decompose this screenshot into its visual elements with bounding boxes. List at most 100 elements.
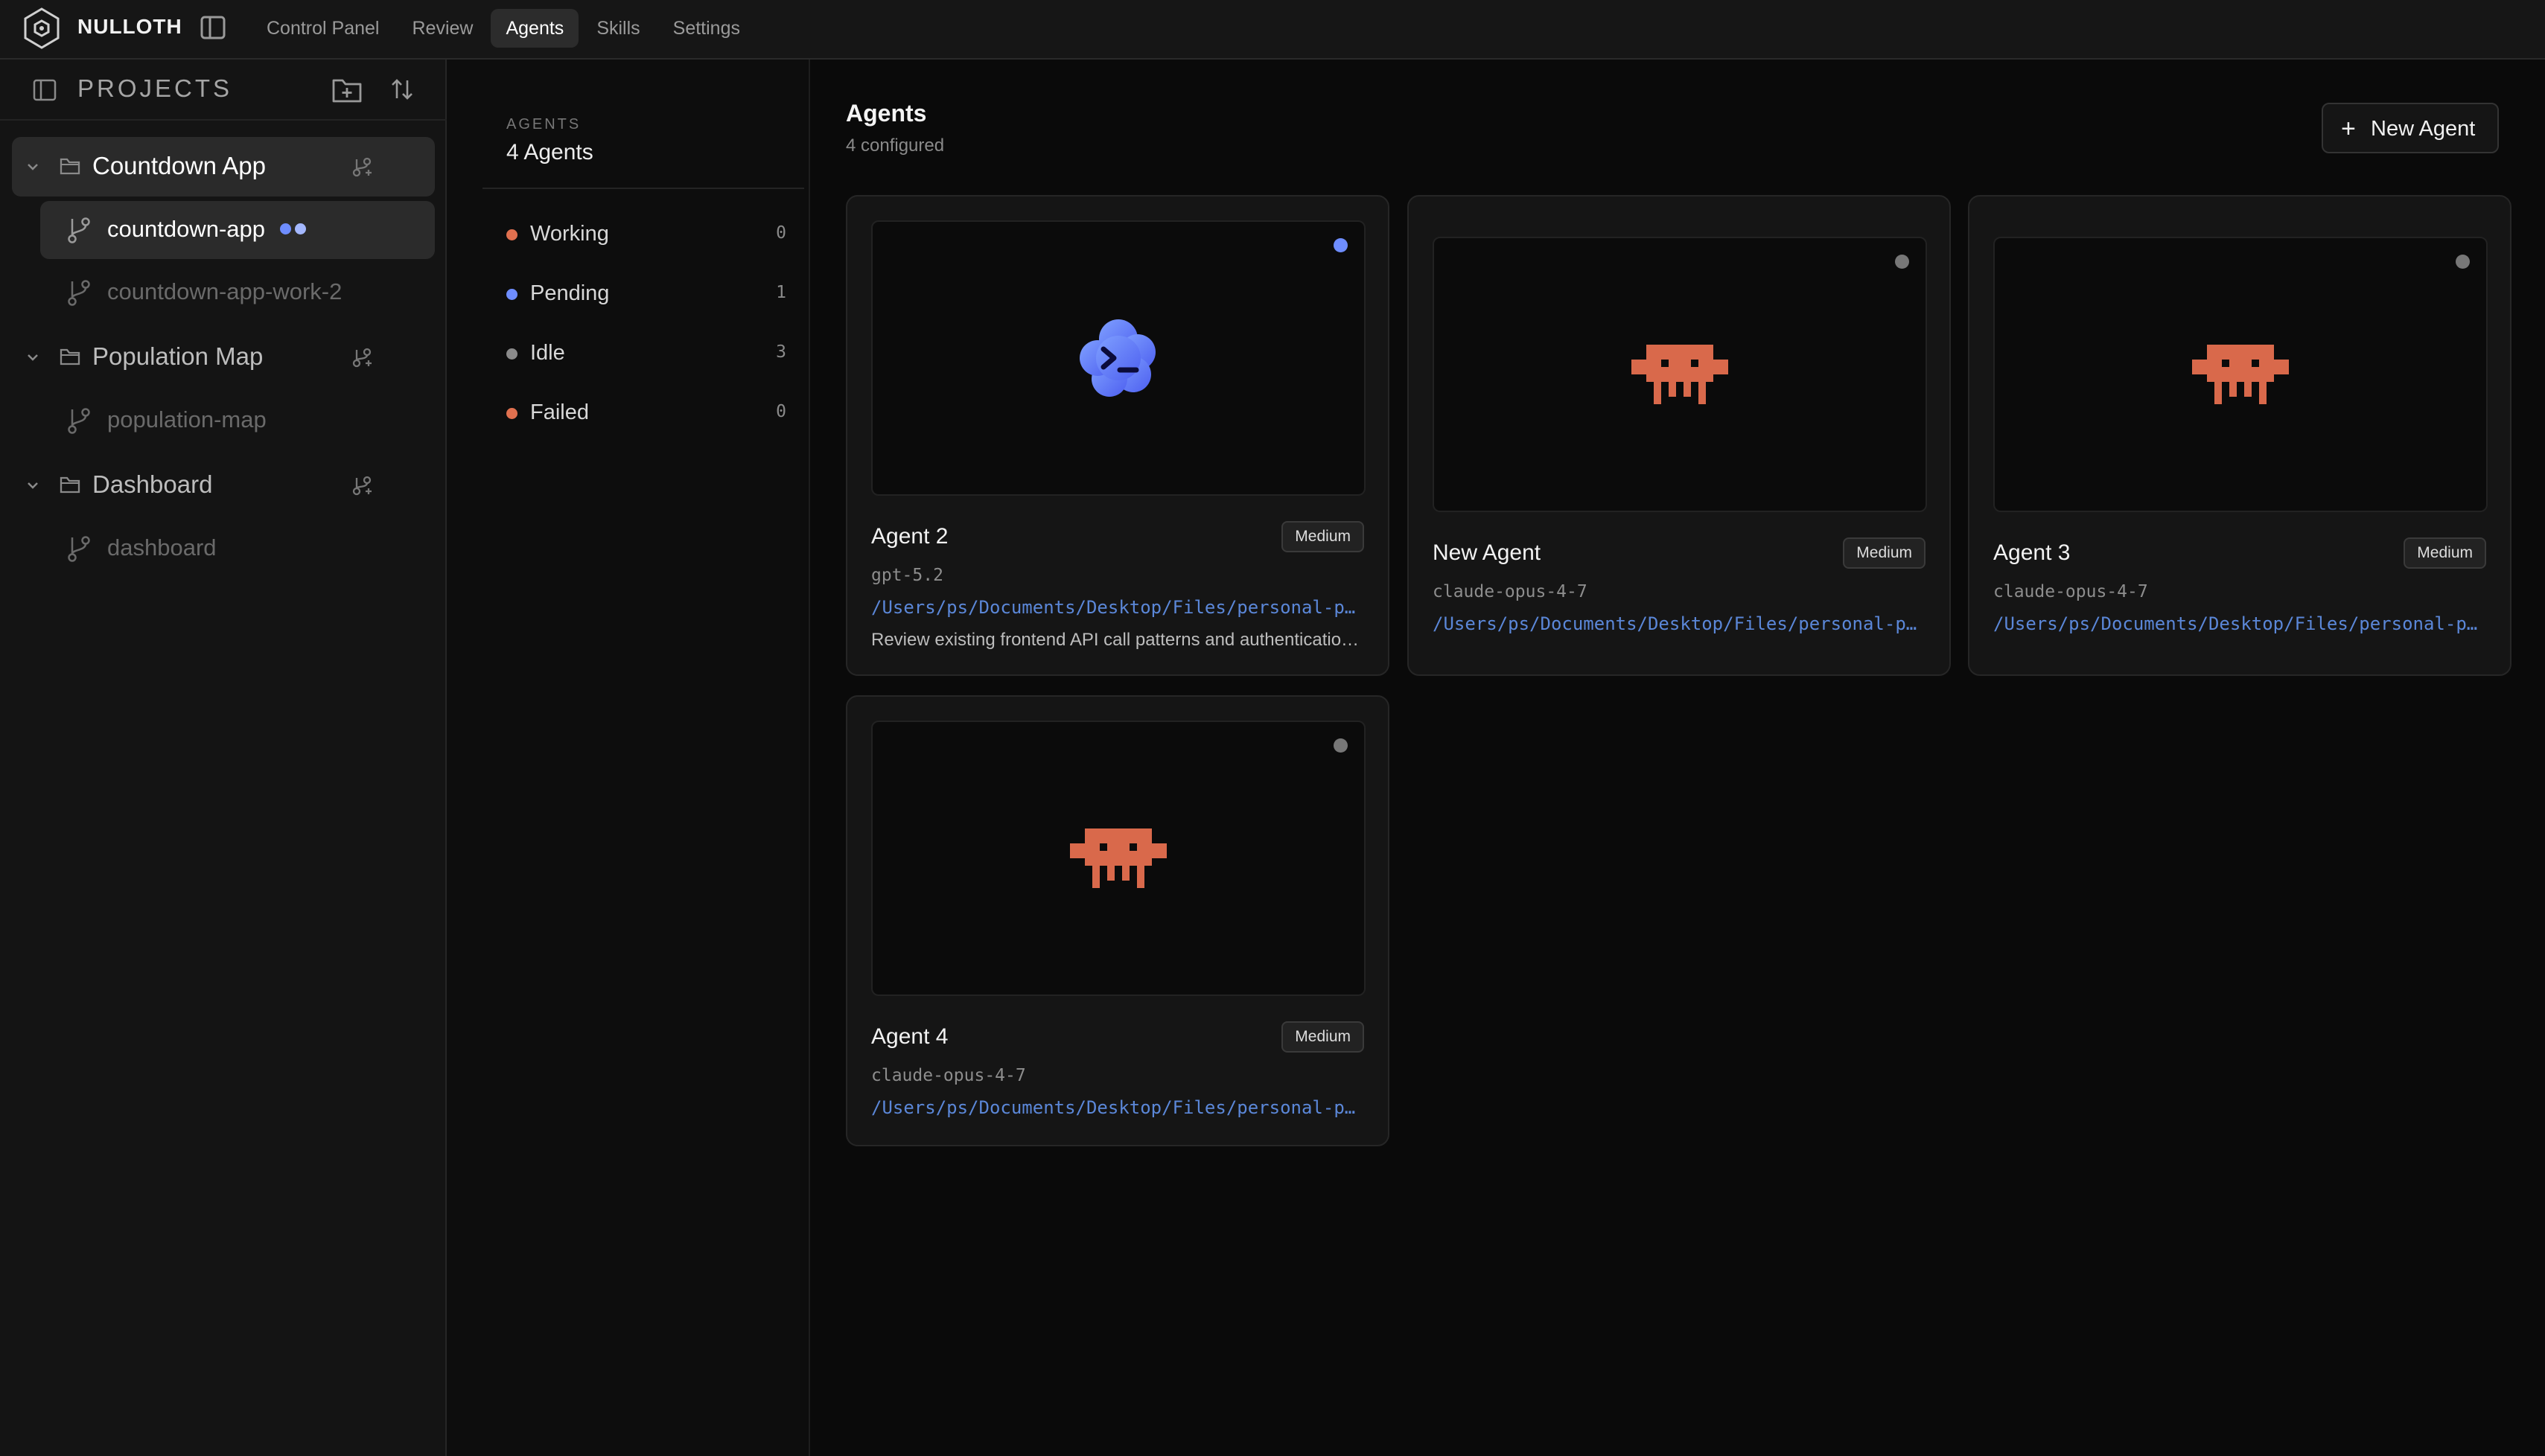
agent-path-link[interactable]: /Users/ps/Documents/Desktop/Files/person… xyxy=(871,597,1366,618)
nav-review[interactable]: Review xyxy=(397,9,488,48)
status-dot xyxy=(506,289,517,300)
status-dot xyxy=(1334,738,1348,753)
agent-card-agent-3[interactable]: Agent 3 Medium claude-opus-4-7 /Users/ps… xyxy=(1968,195,2511,676)
effort-badge: Medium xyxy=(1281,521,1364,552)
branch-name: dashboard xyxy=(107,534,217,561)
nav-control-panel[interactable]: Control Panel xyxy=(252,9,394,48)
agent-card-new-agent[interactable]: New Agent Medium claude-opus-4-7 /Users/… xyxy=(1407,195,1951,676)
status-count: 3 xyxy=(776,342,786,362)
agent-preview xyxy=(871,721,1366,996)
nulloth-logo-icon[interactable] xyxy=(19,6,64,51)
status-dot xyxy=(1895,255,1909,269)
agent-model: claude-opus-4-7 xyxy=(1993,582,2148,601)
nav-agents[interactable]: Agents xyxy=(491,9,579,48)
status-filter-working[interactable]: Working 0 xyxy=(506,216,786,253)
branch-dashboard[interactable]: dashboard xyxy=(40,520,435,578)
agent-preview xyxy=(1993,237,2488,512)
git-branch-icon xyxy=(68,280,90,306)
page-subtitle: 4 configured xyxy=(846,135,945,156)
sidebar-header: PROJECTS xyxy=(0,60,447,121)
new-branch-icon[interactable] xyxy=(350,345,374,369)
chevron-down-icon[interactable] xyxy=(25,350,40,365)
new-branch-icon[interactable] xyxy=(350,473,374,497)
project-countdown-app[interactable]: Countdown App xyxy=(12,137,435,197)
branch-name: countdown-app-work-2 xyxy=(107,278,343,304)
project-name: Population Map xyxy=(92,342,264,370)
sidebar-title: PROJECTS xyxy=(77,74,233,102)
branch-countdown-app[interactable]: countdown-app xyxy=(40,201,435,259)
agent-name: Agent 3 xyxy=(1993,540,2071,565)
status-dot xyxy=(2456,255,2470,269)
branch-name: countdown-app xyxy=(107,216,265,242)
status-dot xyxy=(506,229,517,240)
top-bar: NULLOTH Control Panel Review Agents Skil… xyxy=(0,0,2545,60)
status-label: Idle xyxy=(530,341,565,365)
agent-description: Review existing frontend API call patter… xyxy=(871,630,1366,650)
status-filter-failed[interactable]: Failed 0 xyxy=(506,395,786,432)
branch-name: population-map xyxy=(107,406,267,432)
agent-count: 4 Agents xyxy=(506,140,593,165)
pixel-crab-icon xyxy=(2192,345,2289,404)
chevron-down-icon[interactable] xyxy=(25,478,40,493)
agent-path-link[interactable]: /Users/ps/Documents/Desktop/Files/person… xyxy=(871,1097,1366,1118)
agent-preview xyxy=(871,220,1366,496)
pixel-crab-icon xyxy=(1631,345,1728,404)
sort-icon[interactable] xyxy=(389,76,415,103)
agent-card-agent-2[interactable]: Agent 2 Medium gpt-5.2 /Users/ps/Documen… xyxy=(846,195,1389,676)
agent-path-link[interactable]: /Users/ps/Documents/Desktop/Files/person… xyxy=(1433,613,1927,634)
new-folder-icon[interactable] xyxy=(331,74,363,104)
project-name: Dashboard xyxy=(92,470,213,498)
status-dot xyxy=(506,348,517,360)
plus-icon: + xyxy=(2341,115,2356,143)
status-dot xyxy=(1334,238,1348,252)
nav-skills[interactable]: Skills xyxy=(582,9,654,48)
status-count: 0 xyxy=(776,223,786,243)
git-branch-icon xyxy=(68,536,90,562)
git-branch-icon xyxy=(68,217,90,243)
status-filter-idle[interactable]: Idle 3 xyxy=(506,335,786,372)
status-count: 1 xyxy=(776,283,786,302)
status-label: Working xyxy=(530,222,609,246)
branch-countdown-app-work-2[interactable]: countdown-app-work-2 xyxy=(40,264,435,322)
folder-icon xyxy=(60,158,80,175)
effort-badge: Medium xyxy=(1281,1021,1364,1053)
project-name: Countdown App xyxy=(92,152,267,179)
divider xyxy=(482,188,804,189)
main-nav: Control Panel Review Agents Skills Setti… xyxy=(252,9,758,48)
agent-model: claude-opus-4-7 xyxy=(1433,582,1587,601)
app-brand: NULLOTH xyxy=(77,15,182,38)
folder-icon xyxy=(60,476,80,494)
agent-name: Agent 4 xyxy=(871,1024,949,1049)
effort-badge: Medium xyxy=(1843,537,1926,569)
terminal-cloud-icon xyxy=(1080,319,1156,397)
agent-card-agent-4[interactable]: Agent 4 Medium claude-opus-4-7 /Users/ps… xyxy=(846,695,1389,1146)
agent-model: gpt-5.2 xyxy=(871,566,943,585)
git-branch-icon xyxy=(68,408,90,434)
agent-model: claude-opus-4-7 xyxy=(871,1066,1026,1085)
new-agent-button[interactable]: + New Agent xyxy=(2322,103,2499,153)
pixel-crab-icon xyxy=(1070,828,1167,888)
folder-icon xyxy=(60,348,80,365)
new-branch-icon[interactable] xyxy=(350,155,374,179)
status-label: Pending xyxy=(530,281,610,305)
effort-badge: Medium xyxy=(2404,537,2486,569)
new-agent-label: New Agent xyxy=(2371,117,2476,141)
agent-path-link[interactable]: /Users/ps/Documents/Desktop/Files/person… xyxy=(1993,613,2488,634)
branch-population-map[interactable]: population-map xyxy=(40,392,435,450)
status-count: 0 xyxy=(776,402,786,421)
nav-settings[interactable]: Settings xyxy=(658,9,755,48)
chevron-down-icon[interactable] xyxy=(25,159,40,174)
status-label: Failed xyxy=(530,400,589,424)
agent-status-panel: AGENTS 4 Agents Working 0 Pending 1 Idle… xyxy=(447,60,810,1456)
panel-icon[interactable] xyxy=(33,79,57,101)
page-title: Agents xyxy=(846,100,927,127)
project-dashboard[interactable]: Dashboard xyxy=(12,456,435,515)
status-filter-pending[interactable]: Pending 1 xyxy=(506,275,786,313)
status-dot xyxy=(506,408,517,419)
projects-sidebar: PROJECTS Countdown App countdown-app cou… xyxy=(0,60,447,1456)
agent-name: New Agent xyxy=(1433,540,1541,565)
project-population-map[interactable]: Population Map xyxy=(12,328,435,387)
activity-dots xyxy=(280,223,306,234)
sidebar-toggle-icon[interactable] xyxy=(200,15,226,40)
agent-name: Agent 2 xyxy=(871,524,949,549)
